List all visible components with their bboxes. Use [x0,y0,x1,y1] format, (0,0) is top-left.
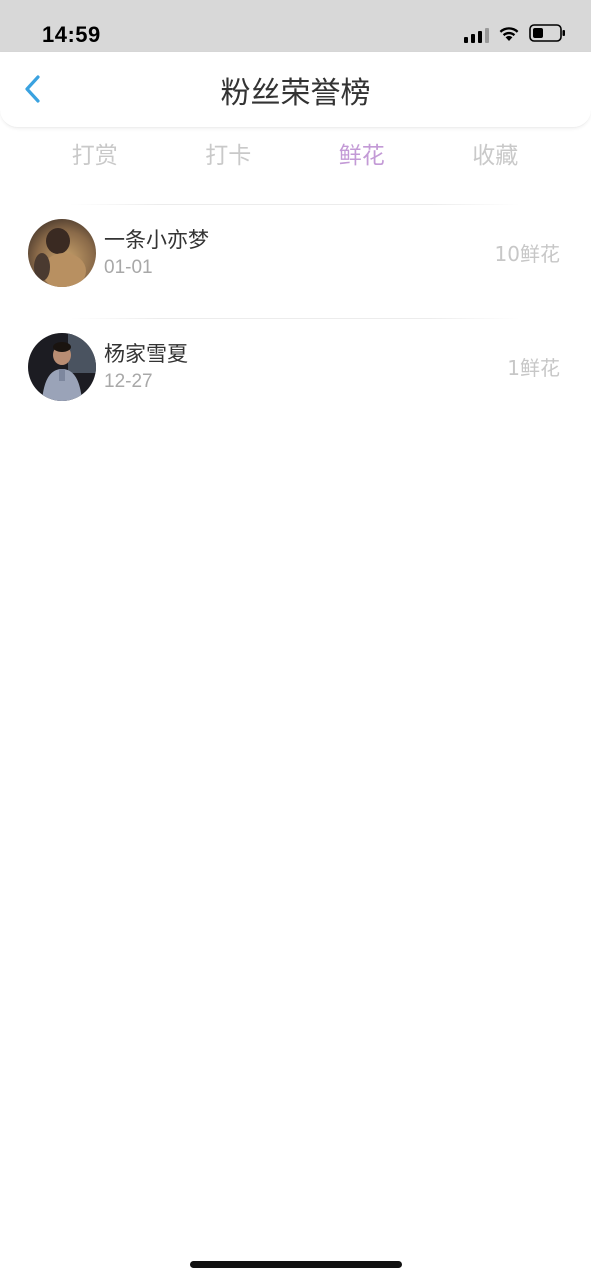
battery-icon [529,23,567,47]
list-item[interactable]: 一条小亦梦 01-01 10鲜花 [0,204,591,318]
flower-count: 10鲜花 [494,242,560,266]
page-title: 粉丝荣誉榜 [220,76,371,111]
category-tabs: 打赏 打卡 鲜花 收藏 [28,138,562,178]
wifi-icon [497,24,521,46]
fan-name: 杨家雪夏 [104,342,188,366]
tab-flowers[interactable]: 鲜花 [295,138,429,178]
cellular-signal-icon [464,27,489,43]
tab-reward[interactable]: 打赏 [28,138,162,178]
status-bar: 14:59 [0,0,591,52]
avatar[interactable] [28,333,96,401]
tab-favorites[interactable]: 收藏 [429,138,563,178]
flower-count: 1鲜花 [507,356,560,380]
nav-header: 粉丝荣誉榜 [0,52,591,128]
divider [70,318,520,319]
fan-list: 一条小亦梦 01-01 10鲜花 杨家雪夏 12-27 1鲜花 [0,204,591,432]
status-time: 14:59 [42,22,101,47]
status-icons [464,24,567,46]
fan-name: 一条小亦梦 [104,228,209,252]
list-item[interactable]: 杨家雪夏 12-27 1鲜花 [0,318,591,432]
fan-date: 01-01 [104,257,153,278]
tab-checkin[interactable]: 打卡 [162,138,296,178]
fan-date: 12-27 [104,371,153,392]
home-indicator[interactable] [190,1261,402,1268]
avatar[interactable] [28,219,96,287]
divider [70,204,520,205]
